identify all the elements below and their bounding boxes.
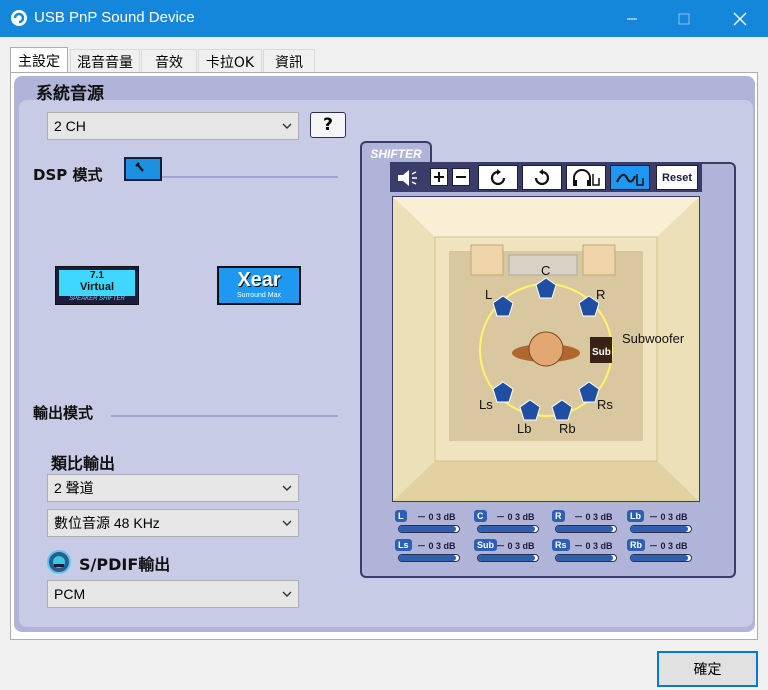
spdif-format-value: PCM <box>54 586 86 602</box>
reset-button[interactable]: Reset <box>656 165 698 190</box>
left-speaker-icon[interactable] <box>492 295 514 317</box>
minus-icon <box>456 176 466 178</box>
window-title: USB PnP Sound Device <box>34 9 195 26</box>
ok-button[interactable]: 確定 <box>657 651 758 687</box>
maximize-button[interactable] <box>658 0 710 37</box>
spdif-icon <box>53 556 65 568</box>
speaker-room: C L R Ls Rs Lb Rb Sub Subwoofer <box>392 196 700 502</box>
headphone-mode-button[interactable] <box>566 165 606 190</box>
xear-surround-max-button[interactable]: Xear Surround Max <box>217 266 301 305</box>
speaker-icon <box>398 170 417 186</box>
right-back-label: Rb <box>559 421 576 436</box>
rotate-cw-icon <box>490 168 506 185</box>
chevron-down-icon <box>282 520 292 526</box>
plus-icon <box>434 172 444 182</box>
output-mode-heading: 輸出模式 <box>33 404 94 422</box>
help-button[interactable]: ? <box>310 112 346 138</box>
minimize-icon <box>627 18 637 19</box>
channel-value: 2 CH <box>54 118 86 134</box>
dsp-divider <box>162 176 338 178</box>
rotate-clockwise-button[interactable] <box>478 165 518 190</box>
speaker-mute-button[interactable] <box>396 168 422 188</box>
digital-source-select[interactable]: 數位音源 48 KHz <box>47 509 299 537</box>
app-icon <box>11 10 27 26</box>
minimize-button[interactable] <box>606 0 658 37</box>
xear-sub: Surround Max <box>237 292 281 299</box>
subwoofer-icon-label[interactable]: Sub <box>592 347 611 358</box>
left-surround-speaker-icon[interactable] <box>492 381 514 403</box>
right-surround-label: Rs <box>597 397 613 412</box>
level-meter-c[interactable]: C － 0 3 dB <box>474 510 540 536</box>
level-meter-l[interactable]: L － 0 3 dB <box>395 510 461 536</box>
left-back-speaker-icon[interactable] <box>519 399 541 421</box>
virtual-71-label: Virtual <box>79 281 115 293</box>
tab-karaoke[interactable]: 卡拉OK <box>198 49 262 73</box>
zoom-in-button[interactable] <box>430 168 448 186</box>
speaker-mode-button[interactable] <box>610 165 650 190</box>
rotate-ccw-icon <box>534 168 550 185</box>
level-meter-sub[interactable]: Sub － 0 3 dB <box>474 539 540 565</box>
tab-effects[interactable]: 音效 <box>141 49 197 73</box>
right-label: R <box>596 287 606 302</box>
level-meter-rb[interactable]: Rb － 0 3 dB <box>627 539 693 565</box>
spdif-toggle[interactable] <box>47 550 71 574</box>
chevron-down-icon <box>282 485 292 491</box>
close-button[interactable] <box>714 0 766 37</box>
analog-output-heading: 類比輸出 <box>51 454 116 473</box>
left-back-label: Lb <box>517 421 532 436</box>
system-source-heading: 系統音源 <box>36 84 104 104</box>
rotate-counterclockwise-button[interactable] <box>522 165 562 190</box>
maximize-icon <box>678 13 690 24</box>
analog-channels-value: 2 聲道 <box>54 480 94 496</box>
zoom-out-button[interactable] <box>452 168 470 186</box>
room-drawing <box>393 197 699 501</box>
right-back-speaker-icon[interactable] <box>551 399 573 421</box>
digital-source-value: 數位音源 48 KHz <box>54 515 160 531</box>
shifter-tab: SHIFTER <box>360 141 432 164</box>
wave-hand-icon <box>616 173 644 186</box>
virtual-71-speaker-shifter-button[interactable]: 7.1 Virtual SPEAKER SHIFTER <box>55 266 139 305</box>
xear-logo-text: Xear <box>237 269 281 291</box>
title-bar: USB PnP Sound Device <box>0 0 768 37</box>
level-meter-ls[interactable]: Ls － 0 3 dB <box>395 539 461 565</box>
analog-channels-select[interactable]: 2 聲道 <box>47 474 299 502</box>
level-meter-rs[interactable]: Rs － 0 3 dB <box>552 539 618 565</box>
tab-mixer-volume[interactable]: 混音音量 <box>70 49 140 73</box>
level-meter-lb[interactable]: Lb － 0 3 dB <box>627 510 693 536</box>
dsp-mode-heading: DSP 模式 <box>33 166 103 184</box>
spdif-format-select[interactable]: PCM <box>47 580 299 608</box>
center-speaker-icon[interactable] <box>535 277 557 299</box>
virtual-71-number: 7.1 <box>90 270 104 281</box>
subwoofer-label: Subwoofer <box>622 331 685 346</box>
dsp-settings-button[interactable] <box>124 157 162 181</box>
tab-main-settings[interactable]: 主設定 <box>10 47 68 74</box>
spdif-output-heading: S/PDIF輸出 <box>79 555 171 574</box>
hammer-icon <box>135 162 144 172</box>
shifter-toolbar: Reset <box>390 162 702 192</box>
chevron-down-icon <box>282 123 292 129</box>
tab-info[interactable]: 資訊 <box>263 49 315 73</box>
level-meter-r[interactable]: R － 0 3 dB <box>552 510 618 536</box>
center-label: C <box>541 263 551 278</box>
virtual-71-sub: SPEAKER SHIFTER <box>69 296 125 302</box>
left-label: L <box>485 287 493 302</box>
left-surround-label: Ls <box>479 397 493 412</box>
output-divider <box>111 415 338 417</box>
channel-select[interactable]: 2 CH <box>47 112 299 140</box>
headphone-hand-icon <box>573 168 600 186</box>
close-icon <box>733 12 747 25</box>
chevron-down-icon <box>282 591 292 597</box>
